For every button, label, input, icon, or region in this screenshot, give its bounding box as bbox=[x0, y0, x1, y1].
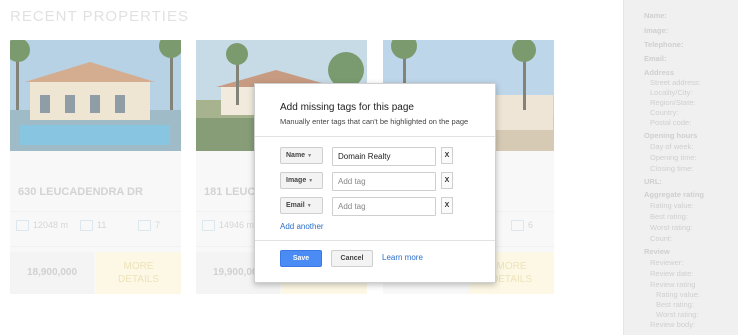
divider bbox=[255, 240, 495, 241]
tag-type-dropdown[interactable]: Image ▼ bbox=[280, 172, 323, 189]
dialog-title: Add missing tags for this page bbox=[280, 102, 414, 113]
tag-row: Image▼ X bbox=[280, 172, 480, 191]
tag-type-dropdown[interactable]: Email ▼ bbox=[280, 197, 323, 214]
add-missing-tags-dialog: Add missing tags for this page Manually … bbox=[254, 83, 496, 283]
learn-more-link[interactable]: Learn more bbox=[382, 253, 423, 262]
dialog-subtitle: Manually enter tags that can't be highli… bbox=[280, 117, 469, 126]
remove-tag-button[interactable]: X bbox=[441, 197, 453, 214]
cancel-button[interactable]: Cancel bbox=[331, 250, 373, 267]
caret-down-icon: ▼ bbox=[306, 203, 312, 209]
tag-value-input[interactable] bbox=[332, 197, 436, 216]
tag-value-input[interactable] bbox=[332, 172, 436, 191]
remove-tag-button[interactable]: X bbox=[441, 147, 453, 164]
tag-type-dropdown[interactable]: Name ▼ bbox=[280, 147, 323, 164]
tag-value-input[interactable] bbox=[332, 147, 436, 166]
divider bbox=[255, 136, 495, 137]
tag-row: Email▼ X bbox=[280, 197, 480, 216]
save-button[interactable]: Save bbox=[280, 250, 322, 267]
tag-row: Name▼ X bbox=[280, 147, 480, 166]
caret-down-icon: ▼ bbox=[308, 178, 314, 184]
caret-down-icon: ▼ bbox=[307, 153, 313, 159]
remove-tag-button[interactable]: X bbox=[441, 172, 453, 189]
add-another-link[interactable]: Add another bbox=[280, 222, 324, 231]
